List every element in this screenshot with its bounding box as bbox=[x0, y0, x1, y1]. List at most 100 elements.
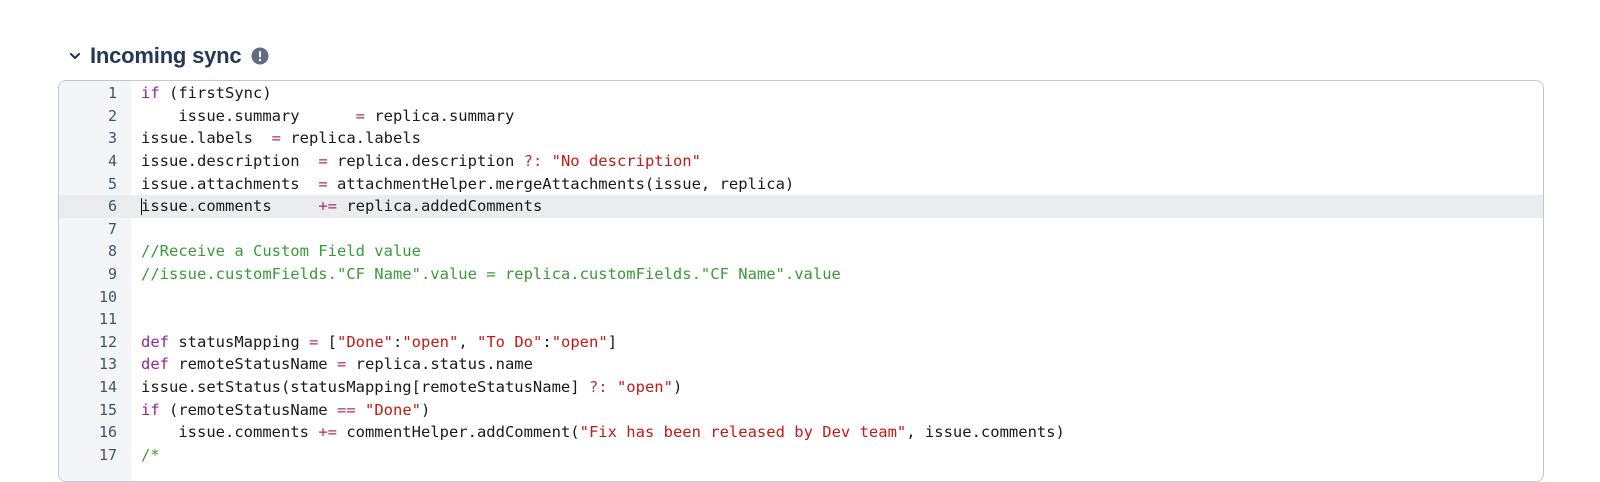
line-number: 13 bbox=[98, 355, 117, 374]
code-text: issue.setStatus(statusMapping[remoteStat… bbox=[141, 378, 682, 396]
line-number: 9 bbox=[107, 265, 117, 284]
incoming-sync-header: Incoming sync bbox=[68, 40, 269, 72]
code-token: replica.summary bbox=[364, 106, 515, 125]
code-text: issue.description = replica.description … bbox=[141, 152, 701, 170]
code-text: issue.attachments = attachmentHelper.mer… bbox=[141, 175, 794, 193]
code-token: ?: bbox=[523, 152, 543, 171]
code-token: = bbox=[336, 355, 347, 374]
code-token: "open" bbox=[616, 378, 673, 397]
code-token: = bbox=[271, 129, 281, 148]
code-token: issue.summary bbox=[141, 106, 356, 125]
code-token: ) bbox=[421, 400, 431, 419]
code-token: statusMapping bbox=[169, 332, 309, 351]
code-token: //issue.customFields."CF Name".value = r… bbox=[141, 265, 841, 284]
code-line[interactable]: 7 bbox=[59, 218, 1543, 241]
code-line[interactable]: 15 if (remoteStatusName == "Done") bbox=[59, 398, 1543, 421]
code-token: "open" bbox=[551, 332, 608, 351]
line-number: 5 bbox=[107, 174, 117, 193]
code-line[interactable]: 5 issue.attachments = attachmentHelper.me… bbox=[59, 172, 1543, 195]
code-text: issue.labels = replica.labels bbox=[141, 129, 421, 147]
code-token: += bbox=[318, 423, 337, 442]
code-line[interactable]: 9 //issue.customFields."CF Name".value = … bbox=[59, 263, 1543, 286]
line-number: 2 bbox=[107, 106, 117, 125]
code-text: issue.summary = replica.summary bbox=[141, 107, 514, 125]
code-line[interactable]: 16 issue.comments += commentHelper.addCo… bbox=[59, 421, 1543, 444]
code-token: if bbox=[141, 400, 160, 419]
code-text: def remoteStatusName = replica.status.na… bbox=[141, 355, 533, 373]
code-line[interactable]: 14 issue.setStatus(statusMapping[remoteSt… bbox=[59, 376, 1543, 399]
code-token: /* bbox=[141, 445, 160, 464]
code-line[interactable]: 13 def remoteStatusName = replica.status.… bbox=[59, 353, 1543, 376]
code-token: issue.setStatus(statusMapping[remoteStat… bbox=[141, 378, 589, 397]
code-token: replica.labels bbox=[281, 129, 421, 148]
code-token: //Receive a Custom Field value bbox=[141, 242, 421, 261]
code-token: ) bbox=[672, 378, 683, 397]
code-line[interactable]: 6 issue.comments += replica.addedComments bbox=[59, 194, 1543, 218]
code-token: = bbox=[308, 332, 319, 351]
code-token: def bbox=[141, 355, 169, 374]
code-token: def bbox=[141, 332, 169, 351]
code-token: issue.labels bbox=[141, 129, 272, 148]
code-token: = bbox=[355, 106, 365, 125]
line-number: 11 bbox=[98, 310, 117, 329]
code-token: if bbox=[141, 84, 160, 103]
code-token: , bbox=[458, 332, 478, 351]
code-token: (remoteStatusName bbox=[159, 400, 337, 419]
code-line[interactable]: 12 def statusMapping = ["Done":"open", "T… bbox=[59, 331, 1543, 354]
code-text: //Receive a Custom Field value bbox=[141, 242, 421, 260]
code-line[interactable]: 17 /* bbox=[59, 444, 1543, 467]
code-token: : bbox=[393, 332, 403, 351]
code-token: replica.addedComments bbox=[336, 197, 543, 216]
code-token: == bbox=[336, 400, 356, 419]
code-token: attachmentHelper.mergeAttachments(issue,… bbox=[327, 174, 795, 193]
code-token: commentHelper.addComment( bbox=[336, 423, 580, 442]
code-line[interactable]: 2 issue.summary = replica.summary bbox=[59, 105, 1543, 128]
code-line[interactable]: 3 issue.labels = replica.labels bbox=[59, 127, 1543, 150]
line-number: 17 bbox=[98, 445, 117, 464]
code-token: , issue.comments) bbox=[906, 423, 1065, 442]
code-token: "Fix has been released by Dev team" bbox=[579, 423, 907, 442]
code-token: replica.description bbox=[327, 152, 524, 171]
line-number: 1 bbox=[107, 84, 117, 103]
code-text: //issue.customFields."CF Name".value = r… bbox=[141, 265, 841, 283]
line-number: 10 bbox=[98, 287, 117, 306]
code-line[interactable]: 1 if (firstSync) bbox=[59, 82, 1543, 105]
code-line[interactable]: 8 //Receive a Custom Field value bbox=[59, 240, 1543, 263]
line-number: 14 bbox=[98, 378, 117, 397]
line-number: 3 bbox=[107, 129, 117, 148]
code-text: /* bbox=[141, 446, 160, 464]
code-token: issue.comments bbox=[141, 423, 319, 442]
chevron-down-icon[interactable] bbox=[68, 49, 82, 63]
code-token: ] bbox=[607, 332, 618, 351]
code-lines: 1 if (firstSync) 2 issue.summary = replica… bbox=[59, 81, 1543, 466]
code-editor[interactable]: 1 if (firstSync) 2 issue.summary = replica… bbox=[58, 80, 1544, 482]
code-text: issue.comments += commentHelper.addComme… bbox=[141, 423, 1065, 441]
code-token: ?: bbox=[588, 378, 608, 397]
code-line[interactable]: 11 bbox=[59, 308, 1543, 331]
code-token: "Done" bbox=[337, 332, 393, 351]
code-token: "Done" bbox=[365, 400, 421, 419]
code-token: += bbox=[318, 197, 337, 216]
line-number: 12 bbox=[98, 332, 117, 351]
code-token: issue.comments bbox=[141, 197, 319, 216]
code-token: : bbox=[542, 332, 552, 351]
line-number: 16 bbox=[98, 423, 117, 442]
code-token: issue.attachments bbox=[141, 174, 319, 193]
line-number: 7 bbox=[107, 219, 117, 238]
code-token: "To Do" bbox=[477, 332, 543, 351]
line-number: 15 bbox=[98, 400, 117, 419]
code-token: = bbox=[318, 174, 328, 193]
code-line[interactable]: 10 bbox=[59, 285, 1543, 308]
line-number: 6 bbox=[107, 197, 117, 216]
code-token: "open" bbox=[402, 332, 459, 351]
info-icon[interactable] bbox=[251, 47, 269, 65]
code-text: def statusMapping = ["Done":"open", "To … bbox=[141, 333, 617, 351]
code-token: = bbox=[318, 152, 328, 171]
line-number: 4 bbox=[107, 152, 117, 171]
code-token: remoteStatusName bbox=[169, 355, 337, 374]
code-line[interactable]: 4 issue.description = replica.description… bbox=[59, 150, 1543, 173]
code-token: "No description" bbox=[551, 152, 701, 171]
code-token: [ bbox=[318, 332, 337, 351]
